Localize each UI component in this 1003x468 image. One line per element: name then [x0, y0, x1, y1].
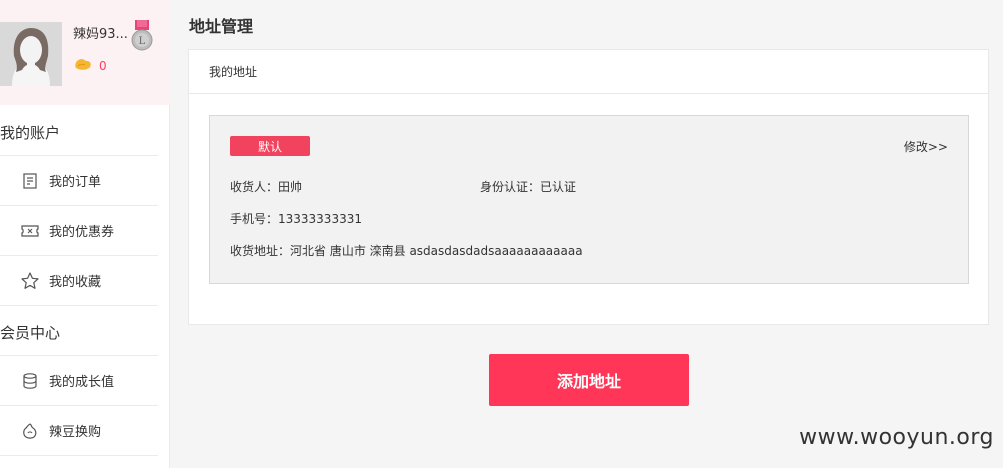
phone-number: 手机号：13333333331: [230, 212, 362, 226]
sidebar-item-label: 我的订单: [49, 175, 102, 190]
recipient-name: 收货人：田帅: [230, 180, 303, 194]
user-profile: 辣妈93... L 0: [0, 0, 170, 105]
sidebar: 辣妈93... L 0 我的账户 我的订单 我的优惠券 我的收藏 会员中心 我的…: [0, 0, 170, 468]
avatar[interactable]: [0, 22, 62, 86]
svg-text:L: L: [139, 36, 146, 47]
star-icon: [20, 271, 40, 291]
add-address-button[interactable]: 添加地址: [489, 354, 689, 406]
sidebar-item-bean-exchange[interactable]: 辣豆换购: [0, 406, 158, 456]
beans-count: 0: [99, 59, 107, 73]
sidebar-item-label: 我的优惠券: [49, 225, 115, 240]
sidebar-item-coupons[interactable]: 我的优惠券: [0, 206, 158, 256]
growth-icon: [20, 371, 40, 391]
edit-address-link[interactable]: 修改>>: [904, 138, 948, 155]
sidebar-item-label: 我的成长值: [49, 375, 115, 390]
sidebar-item-favorites[interactable]: 我的收藏: [0, 256, 158, 306]
sidebar-item-label: 我的收藏: [49, 275, 102, 290]
address-card: 我的地址 默认 修改>> 收货人：田帅 身份认证：已认证 手机号：1333333…: [188, 49, 989, 325]
username[interactable]: 辣妈93...: [73, 23, 128, 42]
bean-exchange-icon: [20, 421, 40, 441]
id-verification-status: 身份认证：已认证: [480, 180, 577, 194]
beans-balance: 0: [73, 56, 107, 76]
coupon-icon: [20, 221, 40, 241]
address-entry: 默认 修改>> 收货人：田帅 身份认证：已认证 手机号：13333333331 …: [209, 115, 969, 284]
sidebar-item-label: 辣豆换购: [49, 425, 102, 440]
default-badge: 默认: [230, 136, 310, 156]
watermark: www.wooyun.org: [799, 425, 994, 450]
level-medal-icon: L: [131, 20, 155, 52]
section-title-account: 我的账户: [0, 124, 61, 142]
shipping-address: 收货地址：河北省 唐山市 滦南县 asdasdasdadsaaaaaaaaaaa…: [230, 244, 583, 258]
sidebar-item-growth[interactable]: 我的成长值: [0, 356, 158, 406]
page-title: 地址管理: [189, 17, 254, 36]
bean-icon: [73, 56, 93, 76]
section-title-membership: 会员中心: [0, 324, 61, 342]
sidebar-item-orders[interactable]: 我的订单: [0, 156, 158, 206]
order-icon: [20, 171, 40, 191]
address-card-header: 我的地址: [189, 50, 988, 94]
